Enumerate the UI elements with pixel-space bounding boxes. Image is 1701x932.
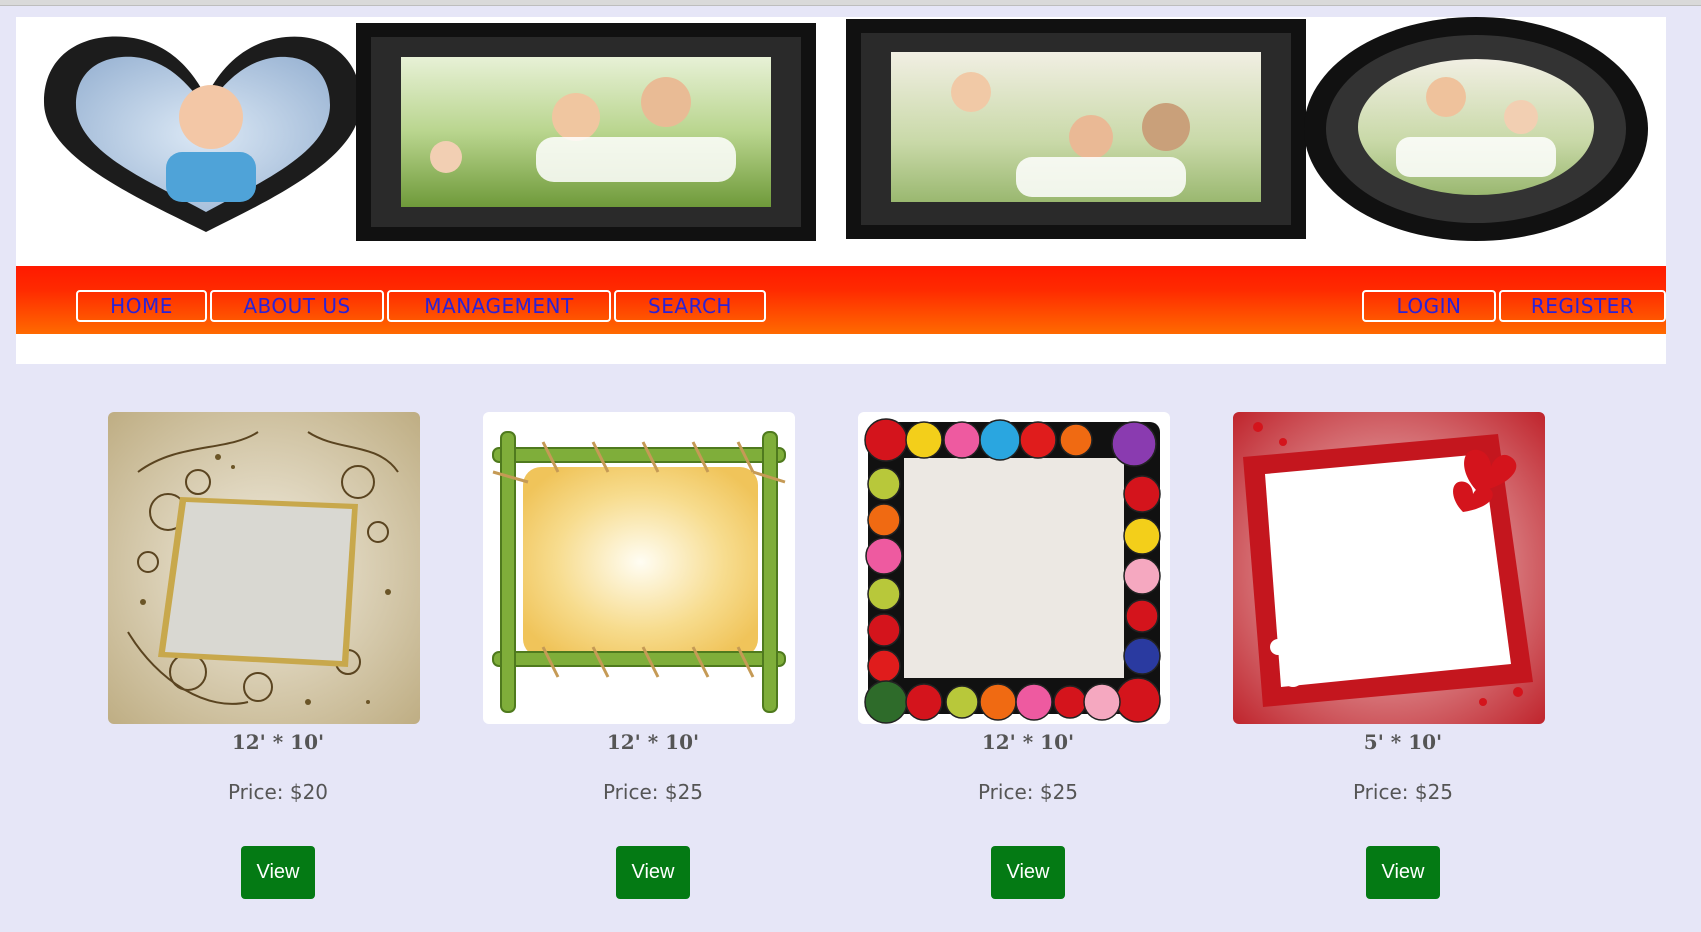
product-size: 12' * 10' bbox=[981, 730, 1075, 754]
site-header: HOME ABOUT US MANAGEMENT SEARCH LOGIN RE… bbox=[16, 17, 1666, 364]
photo-frames-banner bbox=[44, 17, 1648, 241]
product-price: Price: $25 bbox=[1352, 780, 1454, 804]
main-navbar: HOME ABOUT US MANAGEMENT SEARCH LOGIN RE… bbox=[16, 266, 1666, 334]
product-image[interactable] bbox=[858, 412, 1170, 724]
product-price: Price: $20 bbox=[227, 780, 329, 804]
nav-register[interactable]: REGISTER bbox=[1499, 290, 1666, 322]
product-card: 12' * 10' Price: $25 View bbox=[858, 412, 1170, 902]
product-card: 12' * 10' Price: $25 View bbox=[483, 412, 795, 902]
product-card: 12' * 10' Price: $20 View bbox=[108, 412, 420, 902]
button-frame-image bbox=[858, 412, 1170, 724]
view-button[interactable]: View bbox=[241, 846, 315, 899]
nav-about-us[interactable]: ABOUT US bbox=[210, 290, 384, 322]
nav-search[interactable]: SEARCH bbox=[614, 290, 766, 322]
header-banner-image bbox=[16, 17, 1666, 243]
ornate-frame-image bbox=[108, 412, 420, 724]
product-size: 12' * 10' bbox=[231, 730, 325, 754]
view-button[interactable]: View bbox=[1366, 846, 1440, 899]
product-image[interactable] bbox=[108, 412, 420, 724]
bamboo-frame-image bbox=[483, 412, 795, 724]
product-card: 5' * 10' Price: $25 View bbox=[1233, 412, 1545, 902]
view-button[interactable]: View bbox=[991, 846, 1065, 899]
product-image[interactable] bbox=[1233, 412, 1545, 724]
nav-management[interactable]: MANAGEMENT bbox=[387, 290, 611, 322]
heart-frame-image bbox=[1233, 412, 1545, 724]
product-price: Price: $25 bbox=[602, 780, 704, 804]
product-price: Price: $25 bbox=[977, 780, 1079, 804]
product-size: 5' * 10' bbox=[1363, 730, 1443, 754]
view-button[interactable]: View bbox=[616, 846, 690, 899]
nav-home[interactable]: HOME bbox=[76, 290, 207, 322]
browser-top-edge bbox=[0, 0, 1701, 6]
product-size: 12' * 10' bbox=[606, 730, 700, 754]
product-image[interactable] bbox=[483, 412, 795, 724]
nav-login[interactable]: LOGIN bbox=[1362, 290, 1496, 322]
